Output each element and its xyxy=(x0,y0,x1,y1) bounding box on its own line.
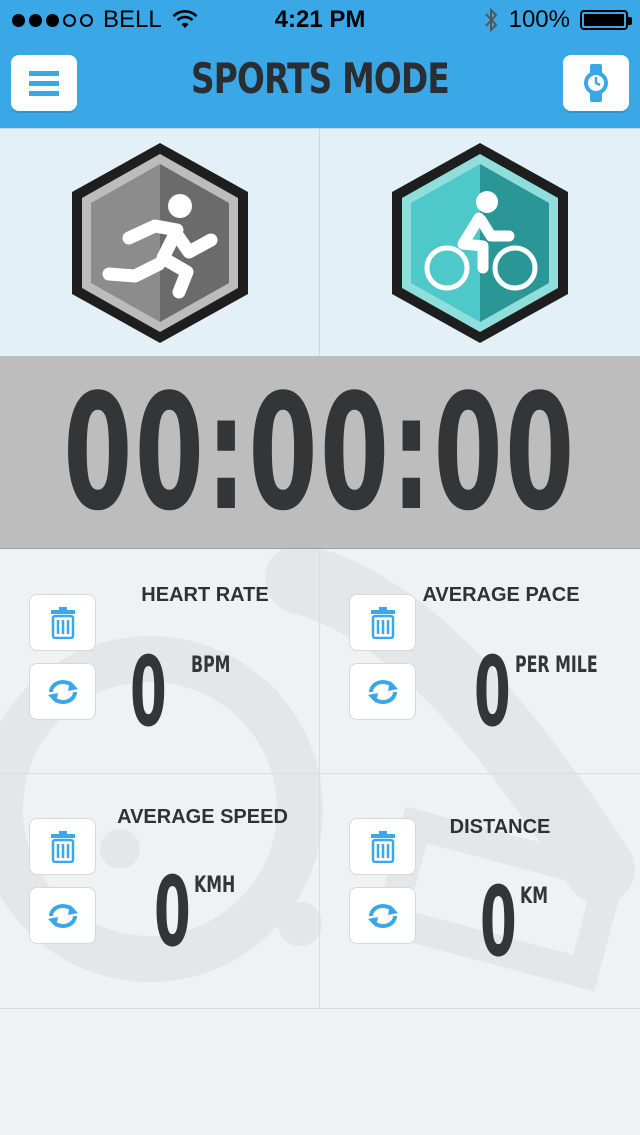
header-bar: BELL 4:21 PM 100% SPORTS MODE xyxy=(0,0,640,128)
clear-heart-rate-button[interactable] xyxy=(29,594,96,651)
watch-icon xyxy=(584,64,608,102)
trash-icon xyxy=(370,830,395,863)
hamburger-menu-icon xyxy=(29,71,59,96)
sport-mode-selector xyxy=(0,128,640,357)
stat-unit: PER MILE xyxy=(515,653,598,678)
running-icon xyxy=(71,143,248,343)
status-right: 100% xyxy=(483,6,632,34)
stat-label: AVERAGE SPEED xyxy=(117,806,288,828)
status-bar: BELL 4:21 PM 100% xyxy=(0,0,640,40)
clear-average-pace-button[interactable] xyxy=(349,594,416,651)
mode-cycling-button[interactable] xyxy=(320,129,640,357)
stat-label: AVERAGE PACE xyxy=(422,584,580,606)
clear-average-speed-button[interactable] xyxy=(29,818,96,875)
refresh-icon xyxy=(47,903,78,928)
stat-heart-rate: HEART RATE 0 BPM xyxy=(0,549,320,774)
workout-timer: 00:00:00 xyxy=(0,357,640,549)
refresh-icon xyxy=(47,679,78,704)
stat-distance: DISTANCE 0 KM xyxy=(320,774,640,1009)
stats-grid: HEART RATE 0 BPM AVERAGE PACE 0 PER MILE xyxy=(0,549,640,1009)
reset-distance-button[interactable] xyxy=(349,887,416,944)
bluetooth-icon xyxy=(484,7,497,33)
stat-value: 0 xyxy=(480,866,517,978)
reset-average-pace-button[interactable] xyxy=(349,663,416,720)
trash-icon xyxy=(50,830,75,863)
timer-value: 00:00:00 xyxy=(63,358,577,546)
stat-value: 0 xyxy=(154,856,191,968)
stat-label: HEART RATE xyxy=(141,584,269,606)
page-title: SPORTS MODE xyxy=(190,54,450,103)
battery-percent: 100% xyxy=(508,6,570,33)
battery-icon xyxy=(580,10,632,30)
clear-distance-button[interactable] xyxy=(349,818,416,875)
stat-average-speed: AVERAGE SPEED 0 KMH xyxy=(0,774,320,1009)
stat-value: 0 xyxy=(474,636,511,748)
stat-unit: BPM xyxy=(191,653,231,678)
mode-running-button[interactable] xyxy=(0,129,320,357)
refresh-icon xyxy=(367,679,398,704)
menu-button[interactable] xyxy=(11,55,77,111)
stat-value: 0 xyxy=(130,636,167,748)
reset-average-speed-button[interactable] xyxy=(29,887,96,944)
trash-icon xyxy=(50,606,75,639)
stat-label: DISTANCE xyxy=(449,816,551,838)
stat-average-pace: AVERAGE PACE 0 PER MILE xyxy=(320,549,640,774)
refresh-icon xyxy=(367,903,398,928)
trash-icon xyxy=(370,606,395,639)
reset-heart-rate-button[interactable] xyxy=(29,663,96,720)
cycling-icon xyxy=(392,143,568,343)
stat-unit: KM xyxy=(520,884,549,909)
stat-unit: KMH xyxy=(194,873,236,898)
watch-button[interactable] xyxy=(563,55,629,111)
